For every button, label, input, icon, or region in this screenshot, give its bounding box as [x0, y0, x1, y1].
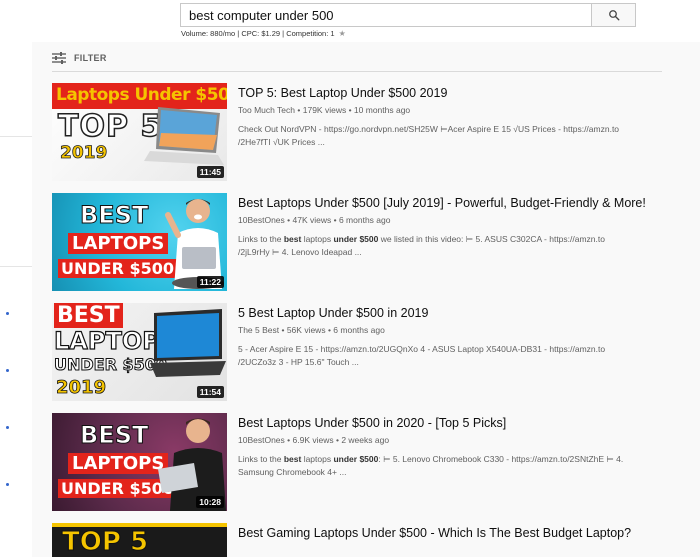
thumbnail-headline: LAPTOP — [53, 326, 160, 355]
sidebar-divider — [0, 136, 32, 137]
video-meta: 10BestOnes • 6.9K views • 2 weeks ago — [238, 435, 658, 445]
video-info: TOP 5: Best Laptop Under $500 2019 Too M… — [238, 85, 658, 148]
upload-age: 6 months ago — [338, 215, 391, 225]
video-thumbnail[interactable]: BEST LAPTOP UNDER $500 2019 11:54 — [52, 303, 227, 401]
video-meta: Too Much Tech • 179K views • 10 months a… — [238, 105, 658, 115]
channel-name[interactable]: 10BestOnes — [238, 215, 285, 225]
thumbnail-headline: 2019 — [60, 143, 108, 164]
video-info: Best Laptops Under $500 in 2020 - [Top 5… — [238, 415, 658, 478]
video-thumbnail[interactable]: BEST LAPTOPS UNDER $500 10:28 — [52, 413, 227, 511]
video-result: BEST LAPTOP UNDER $500 2019 11:54 5 Best… — [52, 303, 662, 401]
thumbnail-headline: BEST — [54, 303, 123, 328]
channel-name[interactable]: The 5 Best — [238, 325, 279, 335]
video-thumbnail[interactable]: TOP 5 — [52, 523, 227, 557]
video-result: Laptops Under $500 TOP 5 2019 11:45 TOP … — [52, 83, 662, 181]
video-meta: The 5 Best • 56K views • 6 months ago — [238, 325, 658, 335]
video-description: 5 - Acer Aspire E 15 - https://amzn.to/2… — [238, 343, 658, 368]
description-line: Links to the best laptops under $500 we … — [238, 234, 605, 244]
view-count: 179K views — [302, 105, 347, 115]
video-thumbnail[interactable]: Laptops Under $500 TOP 5 2019 11:45 — [52, 83, 227, 181]
upload-age: 10 months ago — [353, 105, 411, 115]
keyword-stats-text: Volume: 880/mo | CPC: $1.29 | Competitio… — [181, 29, 335, 38]
view-count: 47K views — [292, 215, 332, 225]
search-button[interactable] — [591, 3, 636, 27]
laptop-image — [150, 309, 226, 377]
video-result: TOP 5 Best Gaming Laptops Under $500 - W… — [52, 523, 662, 557]
filter-divider — [52, 71, 662, 72]
thumbnail-headline: BEST — [79, 421, 149, 450]
video-thumbnail[interactable]: BEST LAPTOPS UNDER $500 11:22 — [52, 193, 227, 291]
filter-sliders-icon — [52, 52, 66, 64]
video-description: Links to the best laptops under $500: ⊨ … — [238, 453, 658, 478]
video-title[interactable]: Best Laptops Under $500 in 2020 - [Top 5… — [238, 415, 658, 432]
video-meta: 10BestOnes • 47K views • 6 months ago — [238, 215, 658, 225]
channel-name[interactable]: Too Much Tech — [238, 105, 295, 115]
description-line: /2jL9rHy ⊨ 4. Lenovo Ideapad ... — [238, 246, 362, 257]
thumbnail-headline: Laptops Under $500 — [56, 85, 227, 105]
video-title[interactable]: TOP 5: Best Laptop Under $500 2019 — [238, 85, 658, 102]
keyword-stats: Volume: 880/mo | CPC: $1.29 | Competitio… — [181, 29, 346, 38]
video-description: Links to the best laptops under $500 we … — [238, 233, 658, 258]
description-line: 5 - Acer Aspire E 15 - https://amzn.to/2… — [238, 344, 606, 354]
thumbnail-headline: BEST — [79, 201, 149, 230]
thumbnail-headline: TOP 5 — [61, 527, 149, 557]
thumbnail-headline: UNDER $500 — [58, 259, 178, 278]
description-line: /2UCZo3z 3 - HP 15.6" Touch ... — [238, 356, 359, 367]
video-title[interactable]: Best Gaming Laptops Under $500 - Which I… — [238, 525, 658, 542]
video-info: 5 Best Laptop Under $500 in 2019 The 5 B… — [238, 305, 658, 368]
video-info: Best Gaming Laptops Under $500 - Which I… — [238, 525, 658, 542]
view-count: 56K views — [286, 325, 326, 335]
laptop-image — [144, 107, 224, 165]
channel-name[interactable]: 10BestOnes — [238, 435, 285, 445]
search-icon — [608, 10, 619, 21]
video-result: BEST LAPTOPS UNDER $500 10:28 Best Lapto… — [52, 413, 662, 511]
video-title[interactable]: 5 Best Laptop Under $500 in 2019 — [238, 305, 658, 322]
thumbnail-headline: 2019 — [56, 377, 107, 399]
video-duration: 10:28 — [196, 496, 224, 508]
description-line: Samsung Chromebook 4+ ... — [238, 466, 347, 477]
video-duration: 11:54 — [196, 386, 224, 398]
search-input[interactable] — [180, 3, 592, 27]
top-search-bar: Volume: 880/mo | CPC: $1.29 | Competitio… — [0, 0, 700, 42]
sidebar-item-marker[interactable] — [6, 312, 9, 315]
star-icon[interactable]: ★ — [339, 29, 346, 38]
sidebar-divider — [0, 266, 32, 267]
thumbnail-headline: LAPTOPS — [68, 453, 169, 474]
description-line: Check Out NordVPN - https://go.nordvpn.n… — [238, 124, 620, 134]
video-result: BEST LAPTOPS UNDER $500 11:22 Best Lapto… — [52, 193, 662, 291]
sidebar-item-marker[interactable] — [6, 369, 9, 372]
presenter-image — [165, 199, 224, 289]
video-duration: 11:22 — [196, 276, 224, 288]
sidebar-item-marker[interactable] — [6, 483, 9, 486]
video-description: Check Out NordVPN - https://go.nordvpn.n… — [238, 123, 658, 148]
sidebar-edge — [0, 42, 32, 557]
video-info: Best Laptops Under $500 [July 2019] - Po… — [238, 195, 658, 258]
description-line: /2He7fTI √UK Prices ... — [238, 136, 325, 147]
view-count: 6.9K views — [292, 435, 334, 445]
video-title[interactable]: Best Laptops Under $500 [July 2019] - Po… — [238, 195, 658, 212]
sidebar-item-marker[interactable] — [6, 426, 9, 429]
upload-age: 6 months ago — [333, 325, 385, 335]
description-line: Links to the best laptops under $500: ⊨ … — [238, 454, 624, 464]
video-duration: 11:45 — [196, 166, 224, 178]
filter-label: FILTER — [74, 53, 107, 63]
filter-button[interactable]: FILTER — [52, 49, 107, 67]
thumbnail-headline: LAPTOPS — [68, 233, 169, 254]
upload-age: 2 weeks ago — [341, 435, 390, 445]
